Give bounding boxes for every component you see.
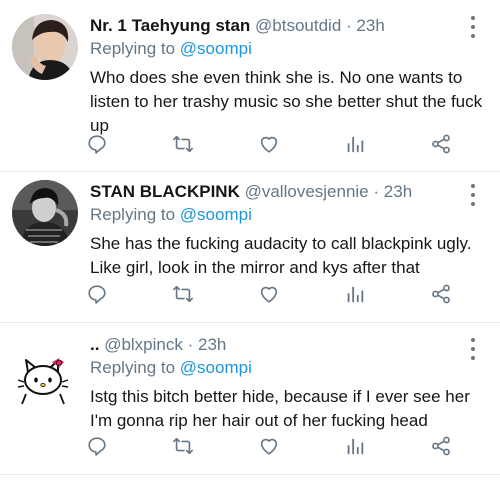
analytics-icon[interactable] [342, 433, 368, 459]
timestamp[interactable]: 23h [356, 16, 384, 35]
avatar[interactable] [12, 342, 78, 408]
like-icon[interactable] [256, 433, 282, 459]
replying-to-label: Replying to [90, 358, 176, 377]
timestamp[interactable]: 23h [384, 182, 412, 201]
tweet-header: STAN BLACKPINK @vallovesjennie · 23h [90, 181, 500, 203]
more-options-icon[interactable] [468, 184, 478, 206]
retweet-icon[interactable] [170, 281, 196, 307]
separator-dot: · [346, 16, 352, 35]
separator-dot: · [373, 182, 380, 201]
replying-to-link[interactable]: @soompi [180, 39, 252, 58]
replying-to-label: Replying to [90, 39, 176, 58]
avatar[interactable] [12, 14, 78, 80]
separator-dot: · [187, 335, 194, 354]
display-name[interactable]: Nr. 1 Taehyung stan [90, 16, 250, 35]
share-icon[interactable] [428, 131, 454, 157]
user-handle[interactable]: @vallovesjennie [245, 182, 369, 201]
replying-to-label: Replying to [90, 205, 176, 224]
replying-to-link[interactable]: @soompi [180, 205, 252, 224]
share-icon[interactable] [428, 433, 454, 459]
tweet-header: Nr. 1 Taehyung stan @btsoutdid · 23h [90, 15, 500, 37]
replying-to: Replying to @soompi [90, 357, 500, 379]
tweet-actions [84, 131, 454, 157]
user-handle[interactable]: @btsoutdid [255, 16, 341, 35]
tweet-text: She has the fucking audacity to call bla… [90, 234, 472, 277]
more-options-icon[interactable] [468, 16, 478, 38]
reply-icon[interactable] [84, 433, 110, 459]
timestamp[interactable]: 23h [198, 335, 226, 354]
replying-to: Replying to @soompi [90, 38, 500, 60]
tweet-actions [84, 433, 454, 459]
tweet-header: .. @blxpinck · 23h [90, 334, 500, 356]
analytics-icon[interactable] [342, 131, 368, 157]
display-name[interactable]: STAN BLACKPINK [90, 182, 240, 201]
user-handle[interactable]: @blxpinck [104, 335, 183, 354]
retweet-icon[interactable] [170, 131, 196, 157]
avatar[interactable] [12, 180, 78, 246]
reply-icon[interactable] [84, 131, 110, 157]
analytics-icon[interactable] [342, 281, 368, 307]
replying-to: Replying to @soompi [90, 204, 500, 226]
tweet[interactable]: STAN BLACKPINK @vallovesjennie · 23h Rep… [0, 172, 500, 323]
tweet-text: Who does she even think she is. No one w… [90, 68, 483, 135]
timeline: Nr. 1 Taehyung stan @btsoutdid · 23h Rep… [0, 0, 500, 475]
replying-to-link[interactable]: @soompi [180, 358, 252, 377]
retweet-icon[interactable] [170, 433, 196, 459]
tweet[interactable]: .. @blxpinck · 23h Replying to @soompi I… [0, 323, 500, 475]
more-options-icon[interactable] [468, 338, 478, 360]
reply-icon[interactable] [84, 281, 110, 307]
like-icon[interactable] [256, 131, 282, 157]
display-name[interactable]: .. [90, 335, 99, 354]
tweet-text: Istg this bitch better hide, because if … [90, 387, 470, 430]
like-icon[interactable] [256, 281, 282, 307]
share-icon[interactable] [428, 281, 454, 307]
tweet-actions [84, 281, 454, 307]
tweet[interactable]: Nr. 1 Taehyung stan @btsoutdid · 23h Rep… [0, 0, 500, 172]
